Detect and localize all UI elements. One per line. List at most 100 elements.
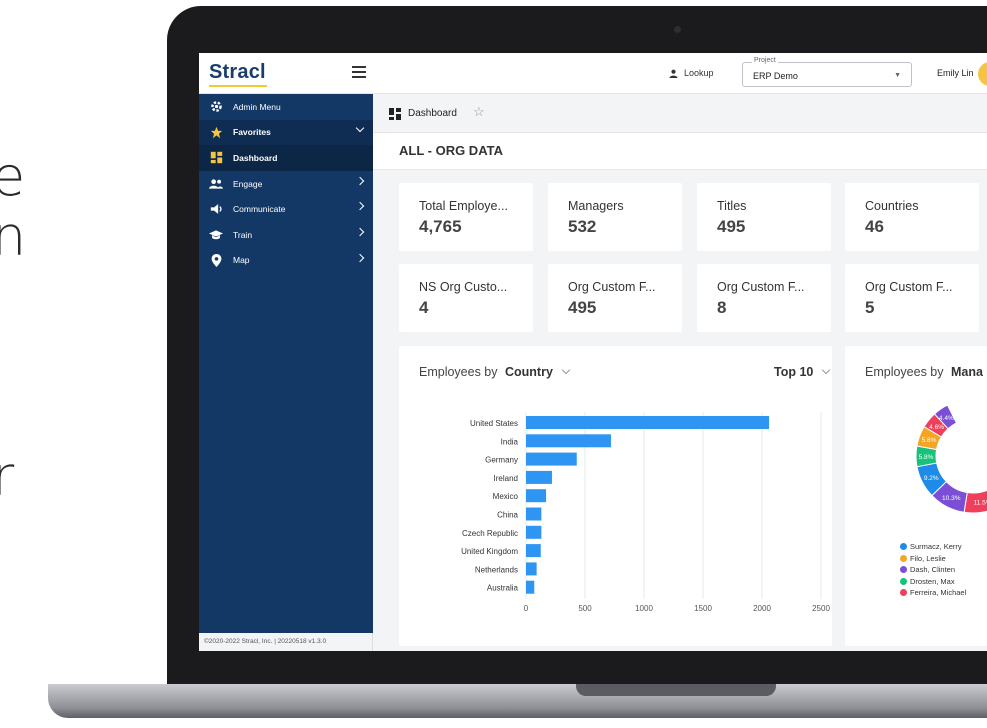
stage: e n r Stracl Lookup Project ERP Demo ▼ E… — [0, 0, 987, 728]
category-label: Czech Republic — [462, 529, 518, 538]
speaker-icon — [209, 202, 223, 216]
kpi-card[interactable]: Titles 495 — [697, 183, 831, 251]
chevron-down-icon — [355, 123, 365, 132]
avatar[interactable]: E — [978, 62, 987, 86]
kpi-card[interactable]: Managers 532 — [548, 183, 682, 251]
x-tick-label: 2000 — [753, 604, 771, 613]
category-label: United Kingdom — [461, 547, 518, 556]
kpi-label: Org Custom F... — [568, 280, 656, 294]
bar[interactable] — [526, 562, 537, 576]
kpi-label: Managers — [568, 199, 624, 213]
kpi-value: 8 — [717, 298, 727, 317]
kpi-value: 46 — [865, 217, 884, 236]
sidebar-item-dashboard[interactable]: Dashboard — [199, 145, 373, 171]
user-name[interactable]: Emily Lin — [937, 68, 974, 78]
segment-label: 11.5% — [974, 500, 987, 507]
sidebar-item-label: Favorites — [233, 127, 271, 138]
project-value: ERP Demo — [753, 71, 798, 81]
x-tick-label: 1000 — [635, 604, 653, 613]
sidebar-item-favorites[interactable]: Favorites — [199, 119, 373, 146]
legend-item[interactable]: Ferreira, Michael — [900, 587, 966, 599]
person-icon — [669, 69, 678, 78]
kpi-card[interactable]: Countries 46 — [845, 183, 979, 251]
legend-item[interactable]: Filo, Leslie — [900, 553, 966, 565]
bar[interactable] — [526, 544, 541, 558]
breadcrumb-title: Dashboard — [408, 108, 457, 119]
section-title: ALL - ORG DATA — [373, 132, 987, 170]
sidebar-item-train[interactable]: Train — [199, 222, 373, 248]
chevron-right-icon — [355, 227, 365, 237]
bar[interactable] — [526, 470, 552, 484]
x-tick-label: 1500 — [694, 604, 712, 613]
legend-item[interactable]: Drosten, Max — [900, 576, 966, 588]
segment-label: 5.8% — [919, 454, 934, 461]
kpi-value: 495 — [717, 217, 746, 236]
bar[interactable] — [526, 580, 535, 594]
background-text: n — [0, 205, 27, 268]
bar[interactable] — [526, 489, 547, 503]
legend-label: Surmacz, Kerry — [910, 542, 962, 552]
laptop-base — [48, 684, 987, 718]
sidebar: Admin Menu Favorites Dashboard Engage Co… — [199, 94, 373, 651]
lookup-button[interactable]: Lookup — [669, 68, 714, 78]
bar[interactable] — [526, 507, 542, 521]
background-text: e — [0, 145, 26, 208]
kpi-label: Countries — [865, 199, 919, 213]
project-label: Project — [752, 57, 778, 64]
webcam — [674, 26, 681, 33]
manager-chart-card: Employees by Mana 11.5%10.3%9.2%5.8%5.8%… — [845, 346, 987, 646]
laptop-notch — [576, 684, 776, 696]
bar[interactable] — [526, 525, 542, 539]
sidebar-item-label: Admin Menu — [233, 101, 281, 112]
kpi-card[interactable]: Org Custom F... 495 — [548, 264, 682, 332]
top-bar: Stracl Lookup Project ERP Demo ▼ Emily L… — [199, 53, 987, 94]
hamburger-menu-icon[interactable] — [352, 66, 366, 78]
category-label: Ireland — [494, 474, 518, 483]
legend-swatch — [900, 577, 907, 585]
legend-label: Dash, Clinten — [910, 565, 956, 575]
kpi-label: Total Employe... — [419, 199, 508, 213]
logo-underline — [209, 85, 267, 87]
kpi-label: Org Custom F... — [717, 280, 805, 294]
segment-label: 10.3% — [942, 495, 961, 502]
country-chart-card: Employees by Country Top 10 0 500 1000 1500… — [399, 346, 832, 646]
kpi-value: 495 — [568, 298, 597, 317]
bar[interactable] — [526, 416, 770, 429]
segment-label: 4.4% — [939, 415, 954, 422]
sidebar-item-admin-menu[interactable]: Admin Menu — [199, 94, 373, 120]
star-icon — [209, 125, 223, 139]
app-logo[interactable]: Stracl — [209, 61, 266, 84]
kpi-label: Org Custom F... — [865, 280, 953, 294]
caret-down-icon: ▼ — [894, 72, 901, 79]
sidebar-item-engage[interactable]: Engage — [199, 171, 373, 197]
sidebar-item-communicate[interactable]: Communicate — [199, 196, 373, 222]
sidebar-item-label: Map — [233, 255, 250, 266]
category-label: China — [497, 511, 518, 520]
favorite-star-icon[interactable]: ☆ — [473, 104, 485, 120]
category-label: Germany — [485, 456, 518, 465]
project-select[interactable]: Project ERP Demo ▼ — [742, 57, 912, 87]
category-label: United States — [470, 419, 518, 428]
gear-icon — [209, 100, 223, 114]
kpi-card[interactable]: Org Custom F... 8 — [697, 264, 831, 332]
sidebar-item-map[interactable]: Map — [199, 248, 373, 274]
legend-item[interactable]: Dash, Clinten — [900, 564, 966, 576]
kpi-label: NS Org Custo... — [419, 280, 508, 294]
chart-legend: Surmacz, Kerry Filo, Leslie Dash, Clinten D… — [900, 541, 966, 599]
category-label: India — [501, 437, 519, 446]
segment-label: 5.8% — [922, 437, 937, 444]
bar[interactable] — [526, 452, 577, 466]
map-pin-icon — [209, 253, 223, 267]
people-icon — [209, 177, 223, 191]
legend-swatch — [900, 554, 907, 562]
sidebar-item-label: Communicate — [233, 204, 286, 215]
chevron-right-icon — [355, 202, 365, 211]
kpi-card[interactable]: Org Custom F... 5 — [845, 264, 979, 332]
bar[interactable] — [526, 434, 611, 448]
chevron-right-icon — [355, 253, 365, 262]
category-label: Mexico — [493, 492, 519, 501]
kpi-card[interactable]: NS Org Custo... 4 — [399, 264, 533, 332]
legend-item[interactable]: Surmacz, Kerry — [900, 541, 966, 553]
kpi-card[interactable]: Total Employe... 4,765 — [399, 183, 533, 251]
kpi-value: 4 — [419, 298, 429, 317]
